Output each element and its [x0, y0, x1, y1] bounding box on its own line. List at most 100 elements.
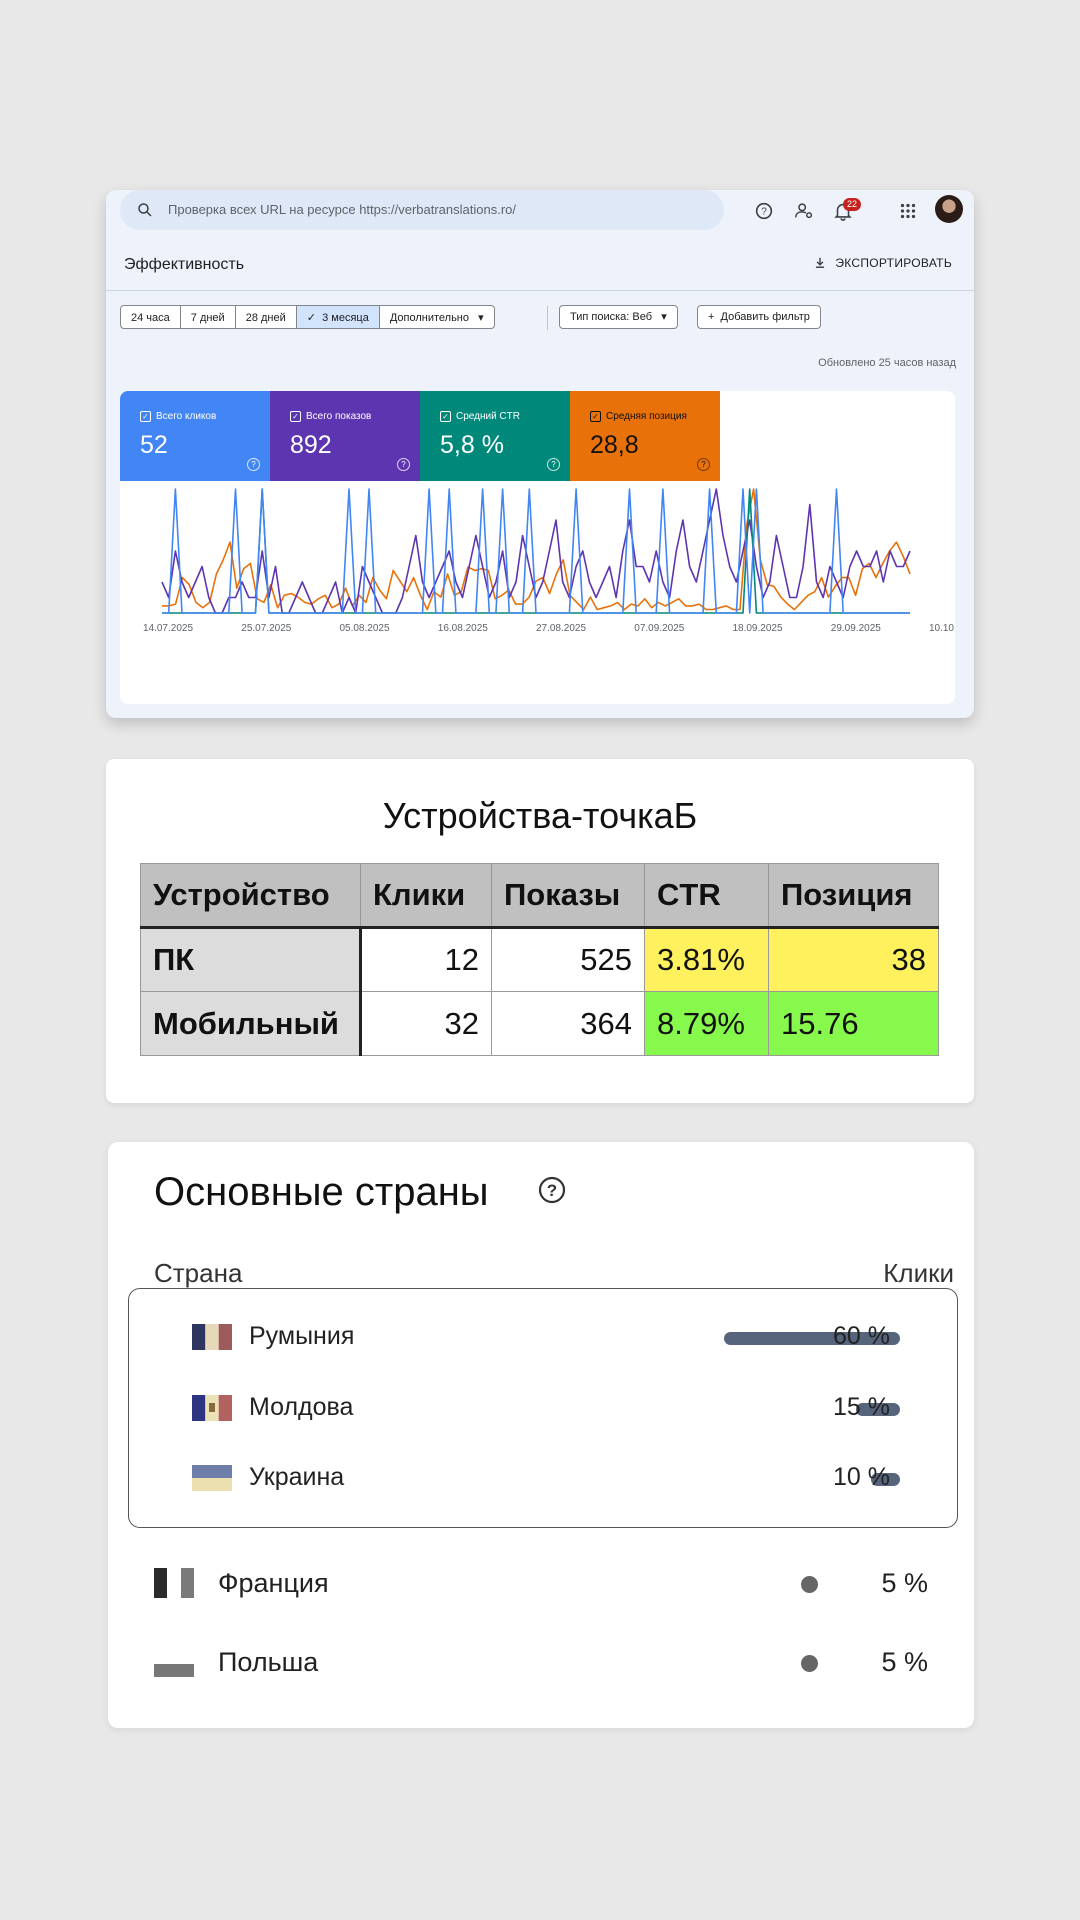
- list-item: Украина 10 %: [108, 1463, 974, 1505]
- page-title: Эффективность: [124, 256, 245, 273]
- add-filter-button[interactable]: + Добавить фильтр: [697, 305, 821, 329]
- metric-ctr[interactable]: ✓ Средний CTR 5,8 % ?: [420, 391, 570, 481]
- date-filter-3m[interactable]: ✓ 3 месяца: [296, 305, 380, 329]
- device-name: ПК: [140, 927, 362, 992]
- countries-title: Основные страны: [154, 1170, 489, 1214]
- table-header-row: Устройство Клики Показы CTR Позиция: [140, 863, 939, 929]
- help-icon[interactable]: ?: [753, 200, 775, 222]
- download-icon: [816, 257, 825, 268]
- ctr-cell: 8.79%: [644, 991, 769, 1056]
- devices-title: Устройства-точкаБ: [382, 795, 698, 836]
- date-filter-3m-label: 3 месяца: [322, 312, 369, 324]
- performance-card: ✓ Всего кликов 52 ? ✓ Всего показов 892 ? …: [120, 391, 955, 704]
- country-name: Польша: [218, 1647, 319, 1677]
- table-row: ПК 12 525 3.81% 38: [140, 927, 939, 992]
- clicks-share-dot: [801, 1576, 818, 1593]
- list-item: Молдова 15 %: [108, 1393, 974, 1435]
- date-filter-24h[interactable]: 24 часа: [120, 305, 181, 329]
- updated-status: Обновлено 25 часов назад: [818, 357, 956, 369]
- device-name: Мобильный: [140, 991, 362, 1056]
- list-item: Франция 5 %: [108, 1568, 974, 1610]
- flag-romania-icon: [192, 1324, 232, 1350]
- clicks-share-dot: [801, 1655, 818, 1672]
- checkbox-icon: ✓: [140, 411, 151, 422]
- position-cell: 15.76: [768, 991, 939, 1056]
- search-type-label: Тип поиска: Веб: [570, 311, 653, 323]
- clicks-cell: 32: [360, 991, 492, 1056]
- metric-label: Средний CTR: [456, 411, 520, 422]
- account-avatar[interactable]: [935, 195, 963, 223]
- manage-users-icon[interactable]: [793, 200, 815, 222]
- metric-value: 28,8: [590, 431, 639, 459]
- devices-table: Устройство Клики Показы CTR Позиция ПК 1…: [140, 863, 939, 1056]
- x-tick-label: 14.07.2025: [143, 623, 193, 634]
- x-tick-label: 07.09.2025: [634, 623, 684, 634]
- clicks-percent: 5 %: [881, 1647, 928, 1677]
- check-icon: ✓: [306, 312, 323, 324]
- search-placeholder: Проверка всех URL на ресурсе https://ver…: [168, 202, 516, 217]
- clicks-percent: 5 %: [881, 1568, 928, 1598]
- dropdown-arrow-icon: ▾: [652, 311, 667, 323]
- flag-ukraine-icon: [192, 1465, 232, 1491]
- country-name: Франция: [218, 1568, 329, 1598]
- clicks-percent: 60 %: [833, 1322, 890, 1350]
- url-inspection-search[interactable]: Проверка всех URL на ресурсе https://ver…: [120, 190, 724, 230]
- checkbox-icon: ✓: [590, 411, 601, 422]
- date-filter-28d[interactable]: 28 дней: [235, 305, 297, 329]
- position-cell: 38: [768, 927, 939, 992]
- ctr-cell: 3.81%: [644, 927, 769, 992]
- apps-grid-icon[interactable]: [897, 200, 919, 222]
- help-icon[interactable]: ?: [697, 458, 710, 471]
- notifications-badge: 22: [843, 198, 861, 211]
- search-type-filter[interactable]: Тип поиска: Веб ▾: [559, 305, 678, 329]
- x-tick-label: 16.08.2025: [438, 623, 488, 634]
- metric-impressions[interactable]: ✓ Всего показов 892 ?: [270, 391, 420, 481]
- export-button[interactable]: ЭКСПОРТИРОВАТЬ: [813, 250, 952, 276]
- flag-moldova-icon: [192, 1395, 232, 1421]
- search-icon: [138, 203, 152, 217]
- header-divider: [106, 290, 974, 291]
- date-filter-more[interactable]: Дополнительно ▾: [379, 305, 495, 329]
- date-filter-7d[interactable]: 7 дней: [180, 305, 236, 329]
- metric-clicks[interactable]: ✓ Всего кликов 52 ?: [120, 391, 270, 481]
- dropdown-arrow-icon: ▾: [469, 312, 484, 324]
- col-clicks: Клики: [360, 863, 492, 929]
- metric-value: 52: [140, 431, 168, 459]
- export-label: ЭКСПОРТИРОВАТЬ: [835, 256, 952, 270]
- date-filter-more-label: Дополнительно: [389, 312, 469, 324]
- svg-text:?: ?: [547, 1181, 557, 1200]
- column-country: Страна: [154, 1258, 243, 1288]
- metric-label: Всего кликов: [156, 411, 217, 422]
- help-icon[interactable]: ?: [247, 458, 260, 471]
- add-filter-label: Добавить фильтр: [720, 311, 810, 323]
- list-item: Румыния 60 %: [108, 1322, 974, 1364]
- col-device: Устройство: [140, 863, 361, 929]
- clicks-cell: 12: [360, 927, 492, 992]
- flag-poland-icon: [154, 1651, 194, 1677]
- col-ctr: CTR: [644, 863, 769, 929]
- col-impressions: Показы: [491, 863, 645, 929]
- metric-position[interactable]: ✓ Средняя позиция 28,8 ?: [570, 391, 720, 481]
- clicks-percent: 15 %: [833, 1393, 890, 1421]
- search-console-panel: Проверка всех URL на ресурсе https://ver…: [106, 190, 974, 718]
- devices-panel: Устройства-точкаБ Устройство Клики Показ…: [106, 759, 974, 1103]
- help-icon[interactable]: ?: [538, 1176, 566, 1204]
- checkbox-icon: ✓: [290, 411, 301, 422]
- countries-panel: Основные страны ? Страна Клики Румыния 6…: [108, 1142, 974, 1728]
- help-icon[interactable]: ?: [397, 458, 410, 471]
- clicks-percent: 10 %: [833, 1463, 890, 1491]
- date-filter-group: 24 часа 7 дней 28 дней ✓ 3 месяца Дополн…: [120, 305, 495, 329]
- column-clicks: Клики: [883, 1258, 954, 1288]
- table-row: Мобильный 32 364 8.79% 15.76: [140, 991, 939, 1056]
- x-tick-label: 27.08.2025: [536, 623, 586, 634]
- metric-value: 892: [290, 431, 332, 459]
- x-tick-label: 05.08.2025: [339, 623, 389, 634]
- help-icon[interactable]: ?: [547, 458, 560, 471]
- metric-value: 5,8 %: [440, 431, 504, 459]
- plus-icon: +: [708, 311, 721, 323]
- x-tick-label: 29.09.2025: [831, 623, 881, 634]
- x-tick-label: 10.10.2025: [929, 623, 955, 634]
- checkbox-icon: ✓: [440, 411, 451, 422]
- x-tick-label: 18.09.2025: [732, 623, 782, 634]
- performance-chart: 14.07.2025 25.07.2025 05.08.2025 16.08.2025…: [143, 488, 955, 634]
